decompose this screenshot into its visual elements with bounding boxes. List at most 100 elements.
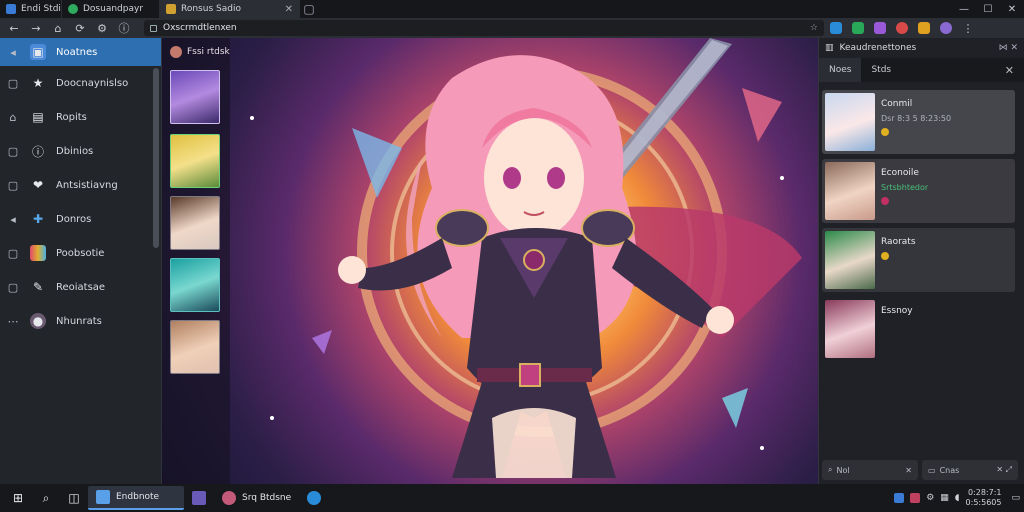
home-icon[interactable]: ⌂	[48, 19, 68, 37]
forward-icon[interactable]: →	[26, 19, 46, 37]
card-subtitle: Dsr 8:3 5 8:23:50	[881, 114, 952, 123]
thumbnail-5[interactable]	[170, 320, 220, 374]
character-card[interactable]: Essnoy	[822, 297, 1015, 361]
footer-label: Cnas	[939, 465, 960, 475]
extension-icon[interactable]	[874, 22, 886, 34]
footer-label: Nol	[836, 465, 850, 475]
minimize-icon[interactable]: —	[952, 0, 976, 18]
sidebar-item-5[interactable]: ◂ ✚ Donros	[0, 202, 161, 236]
network-icon[interactable]: ▦	[940, 493, 949, 503]
rail-icon: ▢	[7, 178, 19, 192]
clock[interactable]: 0:28:7:1 0:5:5605	[966, 488, 1006, 508]
layout-icon: ▥	[825, 43, 834, 53]
taskbar-app-explorer[interactable]: Endbnote	[88, 486, 184, 510]
right-panel: ▥ Keaudrenettones ⋈ ✕ Noes Stds ✕ Conmil…	[818, 38, 1024, 484]
rail-icon: ◂	[10, 212, 16, 226]
extension-icon[interactable]	[830, 22, 842, 34]
sidebar-item-4[interactable]: ▢ ❤ Antsistiavng	[0, 168, 161, 202]
media-icon	[192, 491, 206, 505]
tab-notes[interactable]: Noes	[819, 58, 862, 82]
taskbar-app-label: Endbnote	[116, 492, 160, 502]
profile-avatar[interactable]	[940, 22, 952, 34]
sidebar-item-3[interactable]: ▢ ⓘ Dbinios	[0, 134, 161, 168]
sidebar-item-label: Dbinios	[56, 145, 94, 157]
panel-tabs: Noes Stds ✕	[819, 58, 1024, 82]
search-icon[interactable]: ⌕	[32, 484, 60, 512]
new-tab-button[interactable]: ▢	[300, 0, 318, 18]
sidebar-scrollbar[interactable]	[153, 68, 159, 248]
taskbar-app-browser[interactable]	[303, 486, 325, 510]
close-icon[interactable]: ✕	[285, 4, 293, 15]
footer-field-1[interactable]: ⌕ Nol ✕	[822, 460, 918, 480]
sidebar-item-1[interactable]: ▢ ★ Doocnaynislso	[0, 66, 161, 100]
extension-icon[interactable]	[918, 22, 930, 34]
sidebar-item-2[interactable]: ⌂ ▤ Ropits	[0, 100, 161, 134]
close-icon[interactable]: ✕ ⤢	[996, 465, 1012, 475]
sidebar-item-0[interactable]: ◂ ▣ Noatnes	[0, 38, 161, 66]
card-name: Essnoy	[881, 306, 913, 316]
card-thumbnail	[825, 300, 875, 358]
rail-icon: ▢	[7, 76, 19, 90]
tab-stds[interactable]: Stds	[861, 58, 901, 82]
user-icon: ●	[30, 313, 46, 329]
volume-icon[interactable]: ◖	[955, 493, 960, 503]
menu-icon[interactable]: ⋮	[958, 19, 978, 37]
tab-0[interactable]: Endi Stdid	[0, 0, 62, 18]
extensions-icon[interactable]: ⚙	[92, 19, 112, 37]
clock-date: 0:5:5605	[965, 498, 1002, 507]
sidebar-item-8[interactable]: ⋯ ● Nhunrats	[0, 304, 161, 338]
settings-icon[interactable]: ⚙	[926, 493, 934, 503]
window-close-icon[interactable]: ✕	[1000, 0, 1024, 18]
avatar	[222, 491, 236, 505]
folder-icon: ▣	[30, 44, 46, 60]
taskbar-app-media[interactable]	[188, 486, 210, 510]
bookmark-star-icon[interactable]: ☆	[810, 23, 818, 33]
refresh-icon[interactable]: ⟳	[70, 19, 90, 37]
clock-time: 0:28:7:1	[967, 488, 1002, 497]
thumbnail-2[interactable]	[170, 134, 220, 188]
sidebar-item-label: Reoiatsae	[56, 281, 106, 293]
close-icon[interactable]: ✕	[905, 466, 912, 475]
rail-icon: ⋯	[7, 314, 19, 328]
character-card[interactable]: Econoile Srtsbhtedor	[822, 159, 1015, 223]
explorer-icon	[96, 490, 110, 504]
sidebar-item-7[interactable]: ▢ ✎ Reoiatsae	[0, 270, 161, 304]
sidebar-item-label: Ropits	[56, 111, 87, 123]
sidebar-item-label: Doocnaynislso	[56, 77, 129, 89]
address-bar[interactable]: Oxscrmdtlenxen ☆	[144, 20, 824, 36]
extension-icon[interactable]	[896, 22, 908, 34]
start-icon[interactable]: ⊞	[4, 484, 32, 512]
thumbnail-3[interactable]	[170, 196, 220, 250]
footer-field-2[interactable]: ▭ Cnas ✕ ⤢	[922, 460, 1018, 480]
site-info-icon[interactable]: ⓘ	[114, 19, 134, 37]
chat-icon: ▭	[928, 465, 936, 475]
tab-2[interactable]: Ronsus Sadio ✕	[160, 0, 300, 18]
tray-icon[interactable]	[910, 493, 921, 503]
notifications-icon[interactable]: ▭	[1011, 493, 1020, 503]
tab-title: Ronsus Sadio	[181, 4, 241, 14]
thumbnail-1[interactable]	[170, 70, 220, 124]
card-name: Econoile	[881, 168, 919, 178]
thumbnail-column: Fssi rtdsk	[162, 38, 230, 484]
extension-icon[interactable]	[852, 22, 864, 34]
browser-icon	[307, 491, 322, 505]
rail-icon: ▢	[7, 144, 19, 158]
browser-toolbar: ← → ⌂ ⟳ ⚙ ⓘ Oxscrmdtlenxen ☆ ⋮	[0, 18, 1024, 38]
panel-title: Keaudrenettones	[839, 43, 917, 53]
taskbar-app-viewer[interactable]: Srq Btdsne	[214, 486, 299, 510]
sidebar-item-label: Poobsotie	[56, 247, 105, 259]
sidebar-item-6[interactable]: ▢ Poobsotie	[0, 236, 161, 270]
thumbnail-4[interactable]	[170, 258, 220, 312]
character-card[interactable]: Conmil Dsr 8:3 5 8:23:50	[822, 90, 1015, 154]
close-icon[interactable]: ✕	[1005, 64, 1024, 77]
sidebar: ◂ ▣ Noatnes ▢ ★ Doocnaynislso ⌂ ▤ Ropits…	[0, 38, 162, 484]
tab-1[interactable]: Dosuandpayr	[62, 0, 160, 18]
panel-options-icon[interactable]: ⋈ ✕	[999, 43, 1018, 53]
maximize-icon[interactable]: ☐	[976, 0, 1000, 18]
back-icon[interactable]: ←	[4, 19, 24, 37]
character-card[interactable]: Raorats	[822, 228, 1015, 292]
info-icon: ⓘ	[31, 144, 44, 159]
task-view-icon[interactable]: ◫	[60, 484, 88, 512]
tray-icon[interactable]	[894, 493, 905, 503]
panel-header: ▥ Keaudrenettones ⋈ ✕	[819, 38, 1024, 58]
